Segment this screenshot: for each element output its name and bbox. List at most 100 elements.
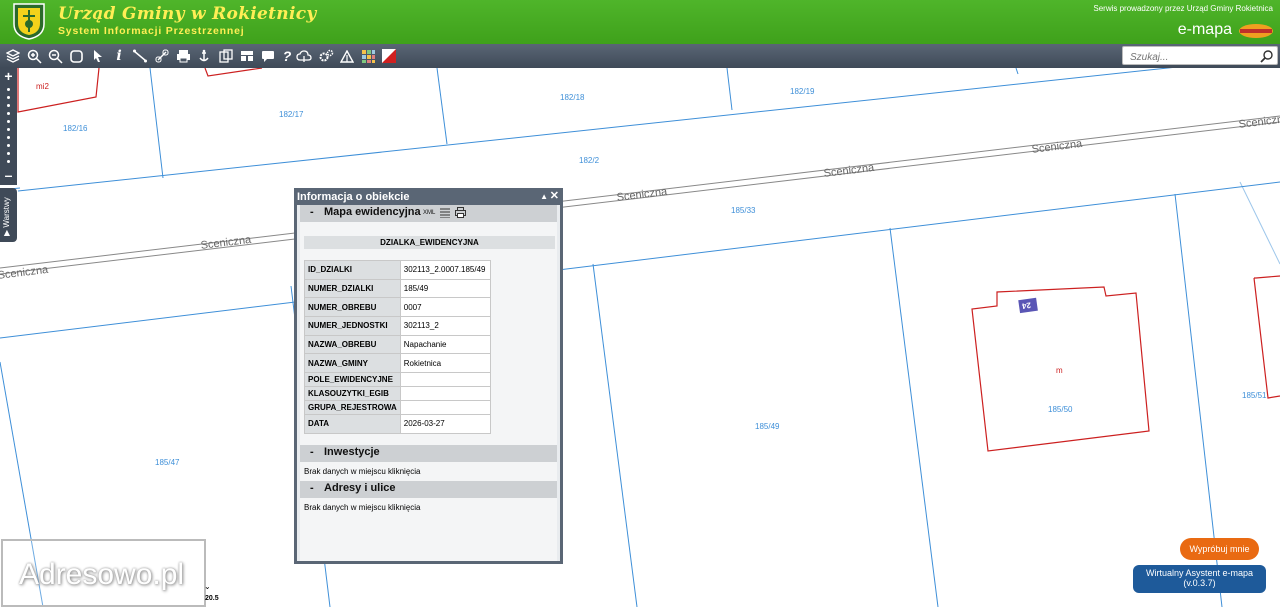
parcel-label: 182/2 <box>579 156 600 165</box>
collapse-dash-icon[interactable]: - <box>310 482 324 494</box>
zoom-level-dot[interactable] <box>7 144 10 147</box>
search-icon[interactable] <box>1260 49 1274 63</box>
assistant-title: Wirtualny Asystent e-mapa <box>1145 568 1254 578</box>
layers-icon[interactable] <box>3 46 23 66</box>
close-icon[interactable]: ✕ <box>550 189 559 202</box>
zoom-level-dot[interactable] <box>7 104 10 107</box>
print-icon[interactable] <box>455 207 467 218</box>
zoom-level-dot[interactable] <box>7 160 10 163</box>
building-label: m <box>1056 366 1063 375</box>
list-icon[interactable] <box>440 208 451 218</box>
comment-icon[interactable] <box>258 46 278 66</box>
attr-key: NUMER_OBREBU <box>304 297 401 318</box>
flag-icon[interactable] <box>379 46 399 66</box>
attr-value <box>399 372 491 388</box>
table-row: DATA 2026-03-27 <box>304 414 491 434</box>
zoom-level-dot[interactable] <box>7 88 10 91</box>
watermark-text: Adresowo.pl <box>19 558 185 591</box>
info-icon[interactable]: i <box>109 46 129 66</box>
emapa-brand: e-mapa <box>1177 21 1232 38</box>
table-row: POLE_EWIDENCYJNE <box>304 372 491 388</box>
table-row: GRUPA_REJESTROWA <box>304 400 491 416</box>
attr-value: 0007 <box>399 297 491 318</box>
parcel-label: 185/33 <box>731 206 756 215</box>
parcel-label: 182/19 <box>790 87 815 96</box>
attribute-table: ID_DZIALKI 302113_2.0007.185/49 NUMER_DZI… <box>304 260 491 434</box>
info-window-header[interactable]: Informacja o obiekcie ▲ ✕ <box>294 188 563 205</box>
cloud-icon[interactable] <box>294 46 314 66</box>
attr-key: ID_DZIALKI <box>304 260 401 280</box>
app-header: Urząd Gminy w Rokietnicy System Informac… <box>0 0 1280 44</box>
measure-link-icon[interactable] <box>152 46 172 66</box>
object-class-title: DZIALKA_EWIDENCYJNA <box>304 236 555 249</box>
emapa-logo-icon <box>1239 24 1273 38</box>
zoom-level-dot[interactable] <box>7 152 10 155</box>
attr-value <box>399 400 491 416</box>
search-input[interactable] <box>1123 49 1253 66</box>
layout-icon[interactable] <box>237 46 257 66</box>
table-row: ID_DZIALKI 302113_2.0007.185/49 <box>304 260 491 280</box>
attr-key: NAZWA_GMINY <box>304 353 401 374</box>
collapse-icon[interactable]: ▲ <box>540 192 548 201</box>
zoom-plus-icon[interactable]: + <box>0 69 17 83</box>
table-row: KLASOUZYTKI_EGIB <box>304 386 491 402</box>
layers-tab[interactable]: ▶ Warstwy <box>0 188 17 242</box>
grid-icon[interactable] <box>358 46 378 66</box>
virtual-assistant-button[interactable]: Wirtualny Asystent e-mapa (v.0.3.7) <box>1133 565 1266 593</box>
service-note: Serwis prowadzony przez Urząd Gminy Roki… <box>1093 4 1273 13</box>
parcel-label: 182/17 <box>279 110 304 119</box>
zoom-level-dot[interactable] <box>7 112 10 115</box>
map-canvas[interactable] <box>0 68 1280 607</box>
collapse-dash-icon[interactable]: - <box>310 206 324 218</box>
xml-icon[interactable]: XML <box>423 210 435 216</box>
zoom-level-dot[interactable] <box>7 120 10 123</box>
parcel-label: 185/49 <box>755 422 780 431</box>
print-icon[interactable] <box>173 46 193 66</box>
zoom-extent-icon[interactable] <box>66 46 86 66</box>
collapse-dash-icon[interactable]: - <box>310 446 324 458</box>
info-window[interactable]: Informacja o obiekcie ▲ ✕ - Mapa ewidency… <box>294 188 563 564</box>
measure-line-icon[interactable] <box>130 46 150 66</box>
app-title: Urząd Gminy w Rokietnicy <box>58 4 317 24</box>
expand-arrow-icon: ▶ <box>2 229 11 236</box>
section-header-inwestycje[interactable]: - Inwestycje <box>300 444 557 462</box>
settings-icon[interactable] <box>316 46 336 66</box>
no-data-text: Brak danych w miejscu kliknięcia <box>304 502 421 512</box>
chevron-down-icon[interactable]: ⌄ <box>204 582 211 591</box>
attr-value: 302113_2 <box>399 316 491 336</box>
table-row: NUMER_OBREBU 0007 <box>304 297 491 318</box>
attr-key: KLASOUZYTKI_EGIB <box>304 386 401 402</box>
table-row: NUMER_JEDNOSTKI 302113_2 <box>304 316 491 336</box>
section-title: Adresy i ulice <box>324 481 396 494</box>
zoom-minus-icon[interactable]: – <box>0 168 17 182</box>
attr-key: NUMER_JEDNOSTKI <box>304 316 401 336</box>
attr-value: 2026-03-27 <box>399 414 491 434</box>
attr-value: Napachanie <box>399 334 491 355</box>
try-me-button[interactable]: Wypróbuj mnie <box>1180 538 1259 560</box>
map-view[interactable]: 182/16 182/17 182/18 182/19 182/2 185/33… <box>0 68 1280 607</box>
house-number: 24 <box>1021 300 1032 311</box>
zoom-out-icon[interactable] <box>45 46 65 66</box>
zoom-level-dot[interactable] <box>7 136 10 139</box>
zoom-level-dot[interactable] <box>7 128 10 131</box>
pointer-icon[interactable] <box>88 46 108 66</box>
warning-icon[interactable] <box>337 46 357 66</box>
attr-key: NUMER_DZIALKI <box>304 278 401 299</box>
zoom-level-dot[interactable] <box>7 96 10 99</box>
zoom-in-icon[interactable] <box>24 46 44 66</box>
attr-key: POLE_EWIDENCYJNE <box>304 372 401 388</box>
section-header-adresy[interactable]: - Adresy i ulice <box>300 480 557 498</box>
parcel-label: 185/50 <box>1048 405 1073 414</box>
anchor-icon[interactable] <box>194 46 214 66</box>
attr-key: GRUPA_REJESTROWA <box>304 400 401 416</box>
search-box[interactable] <box>1122 46 1278 66</box>
attr-value: Rokietnica <box>399 353 491 374</box>
info-window-title: Informacja o obiekcie <box>297 191 410 203</box>
copy-icon[interactable] <box>216 46 236 66</box>
section-header-mapa[interactable]: - Mapa ewidencyjna XML <box>300 205 557 222</box>
zoom-slider[interactable]: + – <box>0 68 17 185</box>
building-label: mi2 <box>36 82 49 91</box>
section-title: Inwestycje <box>324 445 380 458</box>
assistant-version: (v.0.3.7) <box>1183 578 1216 588</box>
attr-value <box>399 386 491 402</box>
